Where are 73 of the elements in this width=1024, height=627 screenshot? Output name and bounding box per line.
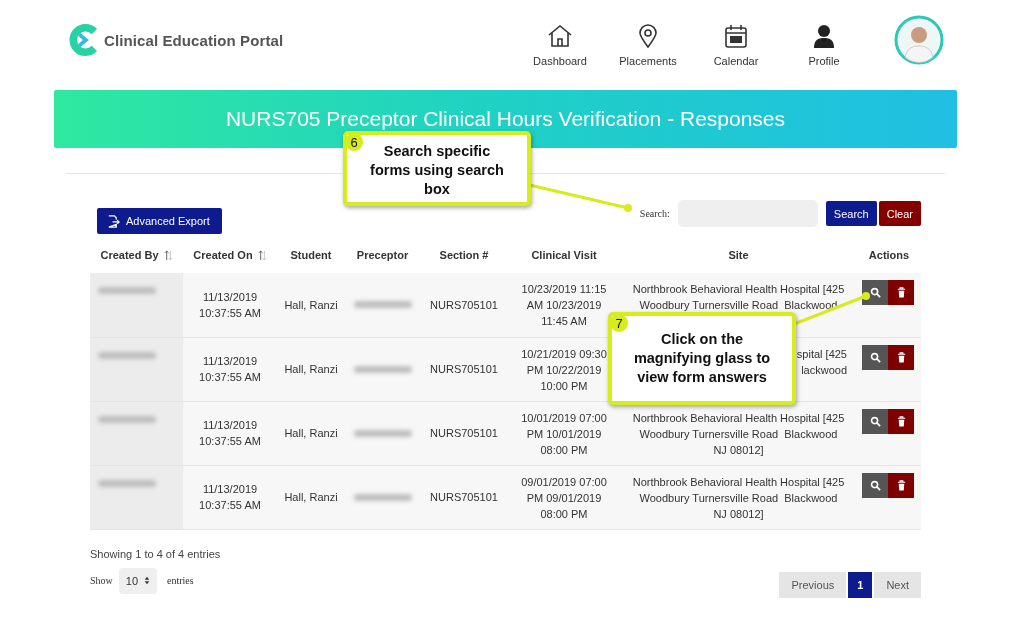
column-header[interactable]: Student: [290, 249, 332, 261]
table-cell: Hall, Ranzi: [284, 491, 338, 503]
clear-button[interactable]: Clear: [878, 201, 921, 226]
advanced-export-button[interactable]: Advanced Export: [97, 208, 222, 234]
nav-link[interactable]: Placements: [604, 23, 692, 67]
trash-icon: [895, 351, 907, 363]
pagination-button[interactable]: 1: [848, 571, 873, 598]
table-cell-text: 09/01/2019 07:00 PM 09/01/2019 08:00 PM: [520, 474, 608, 522]
search-icon: [869, 351, 881, 363]
table-cell-text: 10/21/2019 09:30 PM 10/22/2019 10:00 PM: [520, 346, 608, 394]
export-icon: [107, 214, 120, 228]
table-cell: NURS705101: [430, 427, 498, 439]
table-cell: NURS705101: [430, 363, 498, 375]
sort-icon[interactable]: [257, 250, 267, 262]
column-header[interactable]: Created On: [193, 248, 267, 261]
entries-label: entries: [167, 575, 194, 586]
column-header[interactable]: Preceptor: [356, 249, 409, 261]
view-button[interactable]: [862, 280, 888, 305]
view-button[interactable]: [862, 408, 888, 434]
step-badge: 7: [610, 314, 628, 332]
logo-text: Clinical Education Portal: [104, 31, 284, 49]
delete-button[interactable]: [888, 280, 914, 305]
column-header[interactable]: Section #: [439, 249, 489, 261]
table-cell-text: 10/23/2019 11:15 AM 10/23/2019 11:45 AM: [520, 282, 608, 329]
show-label: Show: [90, 575, 113, 586]
pagination-button[interactable]: Next: [874, 571, 921, 598]
home-icon: [547, 23, 573, 49]
trash-icon: [895, 287, 907, 298]
step-badge: 6: [345, 133, 363, 151]
trash-icon: [895, 415, 907, 427]
column-header[interactable]: Clinical Visit: [531, 249, 597, 261]
pagination-button[interactable]: Previous: [779, 571, 847, 598]
table-cell: 11/13/2019 10:37:55 AM: [199, 483, 261, 511]
table-cell: NURS705101: [430, 491, 498, 503]
table-cell-text: Northbrook Behavioral Health Hospital [425 Woodbury Turnersville Road Blackwood: [632, 282, 845, 313]
delete-button[interactable]: [888, 472, 914, 498]
view-button[interactable]: [862, 472, 888, 498]
table-cell: Hall, Ranzi: [284, 427, 338, 439]
column-header[interactable]: Site: [728, 249, 749, 261]
person-icon: [811, 23, 837, 49]
table-cell-text: 10/01/2019 07:00 PM 10/01/2019 08:00 PM: [520, 410, 608, 458]
search-icon: [869, 479, 881, 491]
table-cell: Hall, Ranzi: [284, 363, 338, 375]
delete-button[interactable]: [888, 344, 914, 370]
delete-button[interactable]: [888, 408, 914, 434]
trash-icon: [895, 479, 907, 491]
page-title: NURS705 Preceptor Clinical Hours Verification - Responses: [225, 107, 786, 131]
nav-link[interactable]: Profile: [780, 23, 868, 67]
view-button[interactable]: [862, 344, 888, 370]
callout-text: Search specific forms using search box: [369, 142, 505, 199]
search-label: Search:: [639, 208, 670, 219]
search-icon: [869, 287, 881, 298]
sort-arrows-icon: [144, 576, 151, 585]
table-cell-text: Northbrook Behavioral Health Hospital [425 Woodbury Turnersville Road Blackwood NJ 08012]: [632, 474, 845, 522]
logo-icon: [68, 23, 100, 57]
nav-link[interactable]: Dashboard: [516, 23, 604, 67]
search-icon: [869, 415, 881, 427]
table-cell: 11/13/2019 10:37:55 AM: [199, 290, 261, 319]
table-cell-text: spital [425 lackwood: [796, 346, 847, 378]
column-header[interactable]: Actions: [868, 249, 910, 261]
table-cell: Hall, Ranzi: [284, 298, 338, 311]
callout-text: Click on the magnifying glass to view form answers: [632, 330, 772, 387]
table-cell: 11/13/2019 10:37:55 AM: [199, 419, 261, 447]
table-cell: NURS705101: [430, 298, 498, 311]
calendar-icon: [723, 23, 749, 49]
column-header[interactable]: Created By: [100, 248, 173, 261]
search-button[interactable]: Search: [825, 201, 877, 226]
table-cell: 11/13/2019 10:37:55 AM: [199, 355, 261, 383]
table-cell-text: Northbrook Behavioral Health Hospital [425 Woodbury Turnersville Road Blackwood NJ 08012]: [632, 410, 845, 458]
page-size-select[interactable]: 10: [118, 567, 158, 594]
nav-link[interactable]: Calendar: [692, 23, 780, 67]
entries-info: Showing 1 to 4 of 4 entries: [90, 547, 222, 560]
sort-icon[interactable]: [163, 250, 173, 262]
